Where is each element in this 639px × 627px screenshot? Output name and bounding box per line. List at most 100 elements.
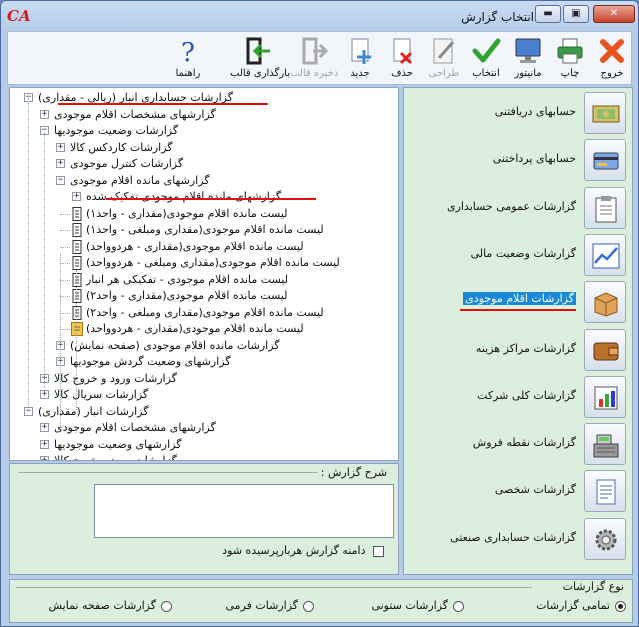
restore-button[interactable]: ▣ <box>563 5 589 23</box>
radio-screen-reports[interactable]: گزارشات صفحه نمایش <box>49 599 172 612</box>
tree-node[interactable]: گزارشات کنترل موجودی <box>70 156 183 172</box>
tree-report-item[interactable]: لیست مانده اقلام موجودی - تفکیکی هر انبا… <box>86 272 288 288</box>
minimize-button[interactable]: ▬ <box>535 5 561 23</box>
load-template-button[interactable]: بارگذاری قالب <box>230 34 290 84</box>
category-item[interactable]: گزارشات شخصی <box>404 468 632 514</box>
category-item[interactable]: گزارشات عمومی حسابداری <box>404 185 632 231</box>
category-item[interactable]: گزارشات وضعیت مالی <box>404 232 632 278</box>
delete-button[interactable]: حذف <box>382 34 422 84</box>
highlight-underline <box>106 198 316 200</box>
document-icon[interactable] <box>584 470 626 513</box>
category-label[interactable]: گزارشات حسابداری صنعتی <box>450 531 576 544</box>
save-template-button[interactable]: ذخیره قالب <box>290 34 338 84</box>
tree-toggle[interactable]: + <box>56 142 65 152</box>
tree-toggle[interactable]: + <box>72 192 81 201</box>
tree-report-item[interactable]: لیست مانده اقلام موجودی(مقداری - هردوواح… <box>86 239 304 255</box>
category-label[interactable]: گزارشات عمومی حسابداری <box>447 200 576 213</box>
tree-toggle[interactable]: − <box>56 175 65 185</box>
tree-node[interactable]: گزارشات وضعیت موجودیها <box>54 123 178 139</box>
receivable-icon[interactable] <box>584 92 626 134</box>
category-label[interactable]: گزارشات مراکز هزینه <box>476 342 576 355</box>
report-doc-icon <box>72 256 82 270</box>
design-button[interactable]: طراحی <box>424 34 464 84</box>
category-label[interactable]: گزارشات اقلام موجودی <box>463 292 576 306</box>
tree-report-item[interactable]: لیست مانده اقلام موجودی(مقداری ومبلغی - … <box>86 255 340 271</box>
close-button[interactable]: ✕ <box>593 5 635 23</box>
category-item[interactable]: حسابهای پرداختنی <box>404 137 632 183</box>
tree-toggle[interactable]: + <box>40 423 49 432</box>
tree-report-item[interactable]: لیست مانده اقلام موجودی(مقداری - هردوواح… <box>86 321 304 337</box>
category-label[interactable]: حسابهای پرداختنی <box>493 152 576 165</box>
category-item[interactable]: گزارشات کلی شرکت <box>404 374 632 420</box>
radio-column-reports-label: گزارشات ستونی <box>371 599 448 612</box>
category-item[interactable]: حسابهای دریافتنی <box>404 90 632 136</box>
category-highlight-underline <box>460 309 576 312</box>
tree-node[interactable]: گزارشات ورود و خروج کالا <box>54 453 177 460</box>
monitor-button[interactable]: مانیتور <box>508 34 548 84</box>
category-label[interactable]: گزارشات نقطه فروش <box>473 436 576 449</box>
select-button[interactable]: انتخاب <box>466 34 506 84</box>
tree-node[interactable]: گزارشهای مانده اقلام موجودی <box>70 173 210 189</box>
company-chart-icon[interactable] <box>584 375 626 418</box>
tree-node[interactable]: گزارشهای مانده اقلام موجودی تفکیک شده <box>86 189 281 205</box>
category-label[interactable]: گزارشات شخصی <box>495 483 576 496</box>
inventory-box-icon[interactable] <box>584 281 626 324</box>
tree-node[interactable]: گزارشهای وضعیت موجودیها <box>54 437 181 453</box>
radio-form-reports-dot[interactable] <box>303 600 314 612</box>
report-tree[interactable]: − گزارشات حسابداری انبار (ریالی - مقداری)… <box>9 87 399 461</box>
radio-column-reports[interactable]: گزارشات ستونی <box>371 599 464 612</box>
tree-node[interactable]: گزارشهای وضعیت گردش موجودیها <box>70 354 231 370</box>
wallet-icon[interactable] <box>584 328 626 371</box>
clipboard-icon[interactable] <box>584 186 626 229</box>
gear-icon[interactable] <box>584 517 626 560</box>
tree-node[interactable]: گزارشات انبار (مقداری) <box>38 404 148 420</box>
tree-node[interactable]: گزارشات ورود و خروج کالا <box>54 371 177 387</box>
tree-node[interactable]: گزارشهای مشخصات اقلام موجودی <box>54 107 216 123</box>
category-label[interactable]: حسابهای دریافتنی <box>495 105 576 118</box>
tree-node[interactable]: گزارشات سریال کالا <box>54 387 148 403</box>
tree-toggle[interactable]: + <box>40 439 49 449</box>
radio-form-reports[interactable]: گزارشات فرمی <box>226 599 314 612</box>
cash-register-icon[interactable] <box>584 423 626 466</box>
ask-range-checkbox[interactable] <box>373 545 384 557</box>
category-item[interactable]: گزارشات اقلام موجودی <box>404 279 632 325</box>
monitor-icon <box>515 38 541 63</box>
category-item[interactable]: گزارشات حسابداری صنعتی <box>404 516 632 562</box>
tree-connector <box>60 296 70 297</box>
radio-all-reports-dot[interactable] <box>615 600 626 612</box>
design-label: طراحی <box>428 68 460 79</box>
app-logo: CA <box>7 7 31 25</box>
tree-report-item[interactable]: لیست مانده اقلام موجودی(مقداری - واحد۲) <box>86 288 288 304</box>
exit-label: خروج <box>600 68 624 79</box>
tree-node[interactable]: گزارشهای مشخصات اقلام موجودی <box>54 420 216 436</box>
description-textarea[interactable] <box>94 484 394 538</box>
category-label[interactable]: گزارشات وضعیت مالی <box>471 247 576 260</box>
report-doc-icon <box>72 223 82 237</box>
tree-node[interactable]: گزارشات کاردکس کالا <box>70 140 173 156</box>
tree-toggle[interactable]: + <box>40 109 49 119</box>
tree-toggle[interactable]: + <box>40 390 49 399</box>
category-panel: حسابهای دریافتنی حسابهای پرداختنی گزارشات … <box>403 87 633 575</box>
ask-range-checkbox-row[interactable]: دامنه گزارش هربارپرسیده شود <box>222 544 384 557</box>
tree-report-item[interactable]: لیست مانده اقلام موجودی(مقداری ومبلغی - … <box>86 305 324 321</box>
tree-report-item[interactable]: لیست مانده اقلام موجودی(مقداری ومبلغی - … <box>86 222 324 238</box>
payable-icon[interactable] <box>584 139 626 182</box>
new-button[interactable]: جدید <box>340 34 380 84</box>
category-item[interactable]: گزارشات نقطه فروش <box>404 421 632 467</box>
exit-button[interactable]: خروج <box>592 34 632 84</box>
print-button[interactable]: چاپ <box>550 34 590 84</box>
radio-column-reports-dot[interactable] <box>453 600 464 612</box>
tree-report-item[interactable]: لیست مانده اقلام موجودی(مقداری - واحد۱) <box>86 206 288 222</box>
radio-screen-reports-dot[interactable] <box>161 600 172 612</box>
help-button[interactable]: ? راهنما <box>168 34 208 84</box>
tree-toggle[interactable]: + <box>56 159 65 168</box>
report-doc-icon <box>72 272 82 287</box>
tree-toggle[interactable]: + <box>40 456 49 460</box>
tree-connector <box>60 246 70 248</box>
tree-node[interactable]: گزارشات مانده اقلام موجودی (صفحه نمایش) <box>70 338 280 354</box>
chart-icon[interactable] <box>584 233 626 276</box>
category-label[interactable]: گزارشات کلی شرکت <box>477 389 576 402</box>
report-doc-icon <box>72 206 82 221</box>
radio-all-reports[interactable]: تمامی گزارشات <box>536 599 626 612</box>
category-item[interactable]: گزارشات مراکز هزینه <box>404 327 632 373</box>
